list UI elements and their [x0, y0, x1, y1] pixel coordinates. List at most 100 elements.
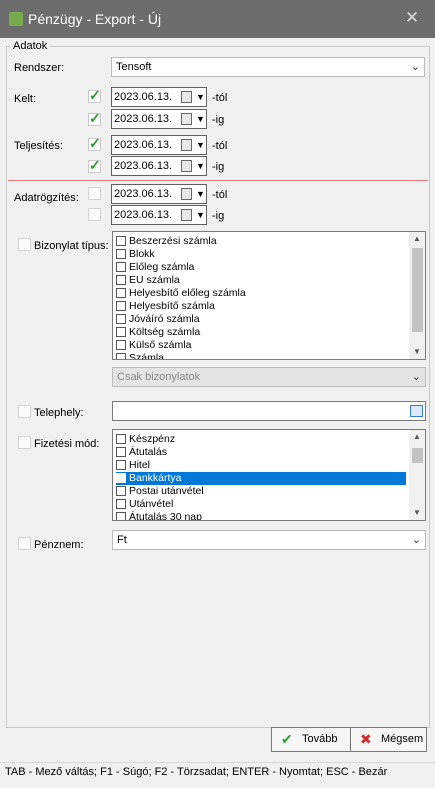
list-item[interactable]: Beszerzési számla	[116, 235, 406, 248]
scroll-up-icon[interactable]: ▲	[409, 430, 425, 444]
telephely-input[interactable]	[112, 401, 426, 421]
window-titlebar: Pénzügy - Export - Új ✕	[0, 0, 435, 38]
scroll-down-icon[interactable]: ▼	[409, 345, 425, 359]
kelt-from-value: 2023.06.13.	[114, 91, 173, 103]
list-item[interactable]: Előleg számla	[116, 261, 406, 274]
list-item[interactable]: Jóváíró számla	[116, 313, 406, 326]
penznem-label: Pénznem:	[34, 539, 84, 551]
bizonylat-checkbox[interactable]	[18, 238, 31, 251]
scroll-down-icon[interactable]: ▼	[409, 506, 425, 520]
list-item[interactable]: Átutalás 30 nap	[116, 511, 406, 520]
checkmark-icon: ✔	[281, 731, 293, 747]
scroll-up-icon[interactable]: ▲	[409, 232, 425, 246]
section-divider	[8, 180, 428, 181]
scroll-thumb[interactable]	[412, 448, 423, 463]
item-checkbox[interactable]	[116, 314, 126, 324]
adatrogzites-from-value: 2023.06.13.	[114, 188, 173, 200]
bizonylat-label: Bizonylat típus:	[34, 240, 109, 252]
telephely-checkbox[interactable]	[18, 405, 31, 418]
scrollbar[interactable]: ▲ ▼	[409, 430, 425, 520]
adatrogzites-to-date[interactable]: 2023.06.13. ▼	[111, 205, 207, 225]
dropdown-arrow-icon[interactable]: ▼	[196, 136, 205, 154]
penznem-checkbox[interactable]	[18, 537, 31, 550]
list-item[interactable]: Helyesbítő számla	[116, 300, 406, 313]
calendar-icon[interactable]	[181, 160, 192, 172]
adatrogzites-label: Adatrögzítés:	[14, 192, 79, 204]
item-checkbox[interactable]	[116, 249, 126, 259]
list-item[interactable]: EU számla	[116, 274, 406, 287]
item-checkbox[interactable]	[116, 434, 126, 444]
kelt-to-date[interactable]: 2023.06.13. ▼	[111, 109, 207, 129]
bizonylat-filter-select[interactable]: Csak bizonylatok ⌄	[112, 367, 426, 387]
dropdown-arrow-icon[interactable]: ▼	[196, 185, 205, 203]
teljesites-to-suffix: -ig	[212, 161, 225, 173]
fizetesi-mod-listbox[interactable]: Készpénz Átutalás Hitel Bankkártya Posta…	[112, 429, 426, 521]
scrollbar[interactable]: ▲ ▼	[409, 232, 425, 359]
dropdown-arrow-icon[interactable]: ▼	[196, 206, 205, 224]
bizonylat-listbox[interactable]: Beszerzési számla Blokk Előleg számla EU…	[112, 231, 426, 360]
item-checkbox[interactable]	[116, 499, 126, 509]
item-checkbox[interactable]	[116, 327, 126, 337]
teljesites-from-checkbox[interactable]	[88, 135, 101, 152]
item-checkbox[interactable]	[116, 301, 126, 311]
list-item[interactable]: Utánvétel	[116, 498, 406, 511]
item-checkbox[interactable]	[116, 353, 126, 359]
teljesites-label: Teljesítés:	[14, 140, 63, 152]
teljesites-from-date[interactable]: 2023.06.13. ▼	[111, 135, 207, 155]
group-legend: Adatok	[10, 40, 51, 52]
calendar-icon[interactable]	[181, 113, 192, 125]
close-icon[interactable]: ✕	[402, 8, 422, 28]
cancel-button[interactable]: ✖ Mégsem	[350, 727, 427, 752]
item-checkbox[interactable]	[116, 473, 126, 483]
cancel-x-icon: ✖	[360, 731, 372, 747]
status-bar: TAB - Mező váltás; F1 - Súgó; F2 - Törzs…	[0, 762, 435, 788]
calendar-icon[interactable]	[181, 91, 192, 103]
item-checkbox[interactable]	[116, 486, 126, 496]
item-checkbox[interactable]	[116, 447, 126, 457]
list-item[interactable]: Külső számla	[116, 339, 406, 352]
adatrogzites-from-date[interactable]: 2023.06.13. ▼	[111, 184, 207, 204]
kelt-from-checkbox[interactable]	[88, 87, 101, 104]
list-item[interactable]: Átutalás	[116, 446, 406, 459]
scroll-thumb[interactable]	[412, 248, 423, 332]
calendar-icon[interactable]	[181, 209, 192, 221]
list-item[interactable]: Hitel	[116, 459, 406, 472]
item-checkbox[interactable]	[116, 236, 126, 246]
list-item[interactable]: Helyesbítő előleg számla	[116, 287, 406, 300]
calendar-icon[interactable]	[181, 188, 192, 200]
list-item-selected[interactable]: Bankkártya	[116, 472, 406, 485]
calendar-icon[interactable]	[181, 139, 192, 151]
penznem-select[interactable]: Ft ⌄	[112, 530, 426, 550]
item-checkbox[interactable]	[116, 262, 126, 272]
adatrogzites-to-checkbox[interactable]	[88, 208, 101, 221]
kelt-from-date[interactable]: 2023.06.13. ▼	[111, 87, 207, 107]
item-checkbox[interactable]	[116, 275, 126, 285]
teljesites-to-checkbox[interactable]	[88, 157, 101, 174]
rendszer-label: Rendszer:	[14, 62, 65, 74]
dropdown-arrow-icon[interactable]: ▼	[196, 157, 205, 175]
next-button[interactable]: ✔ Tovább	[271, 727, 357, 752]
kelt-to-value: 2023.06.13.	[114, 113, 173, 125]
teljesites-to-date[interactable]: 2023.06.13. ▼	[111, 156, 207, 176]
list-item[interactable]: Számla	[116, 352, 406, 359]
fizetesi-mod-checkbox[interactable]	[18, 436, 31, 449]
list-item[interactable]: Készpénz	[116, 433, 406, 446]
item-checkbox[interactable]	[116, 288, 126, 298]
window-title: Pénzügy - Export - Új	[28, 11, 162, 27]
adatrogzites-from-checkbox[interactable]	[88, 187, 101, 200]
telephely-label: Telephely:	[34, 407, 84, 419]
list-item[interactable]: Költség számla	[116, 326, 406, 339]
kelt-to-checkbox[interactable]	[88, 110, 101, 127]
dropdown-arrow-icon[interactable]: ▼	[196, 88, 205, 106]
list-item[interactable]: Postai utánvétel	[116, 485, 406, 498]
teljesites-to-value: 2023.06.13.	[114, 160, 173, 172]
dropdown-arrow-icon[interactable]: ▼	[196, 110, 205, 128]
item-checkbox[interactable]	[116, 512, 126, 520]
rendszer-select[interactable]: Tensoft ⌄	[111, 57, 425, 77]
list-item[interactable]: Blokk	[116, 248, 406, 261]
bizonylat-filter-value: Csak bizonylatok	[117, 371, 201, 383]
teljesites-from-suffix: -tól	[212, 140, 228, 152]
item-checkbox[interactable]	[116, 460, 126, 470]
calendar-icon[interactable]	[410, 405, 423, 417]
item-checkbox[interactable]	[116, 340, 126, 350]
